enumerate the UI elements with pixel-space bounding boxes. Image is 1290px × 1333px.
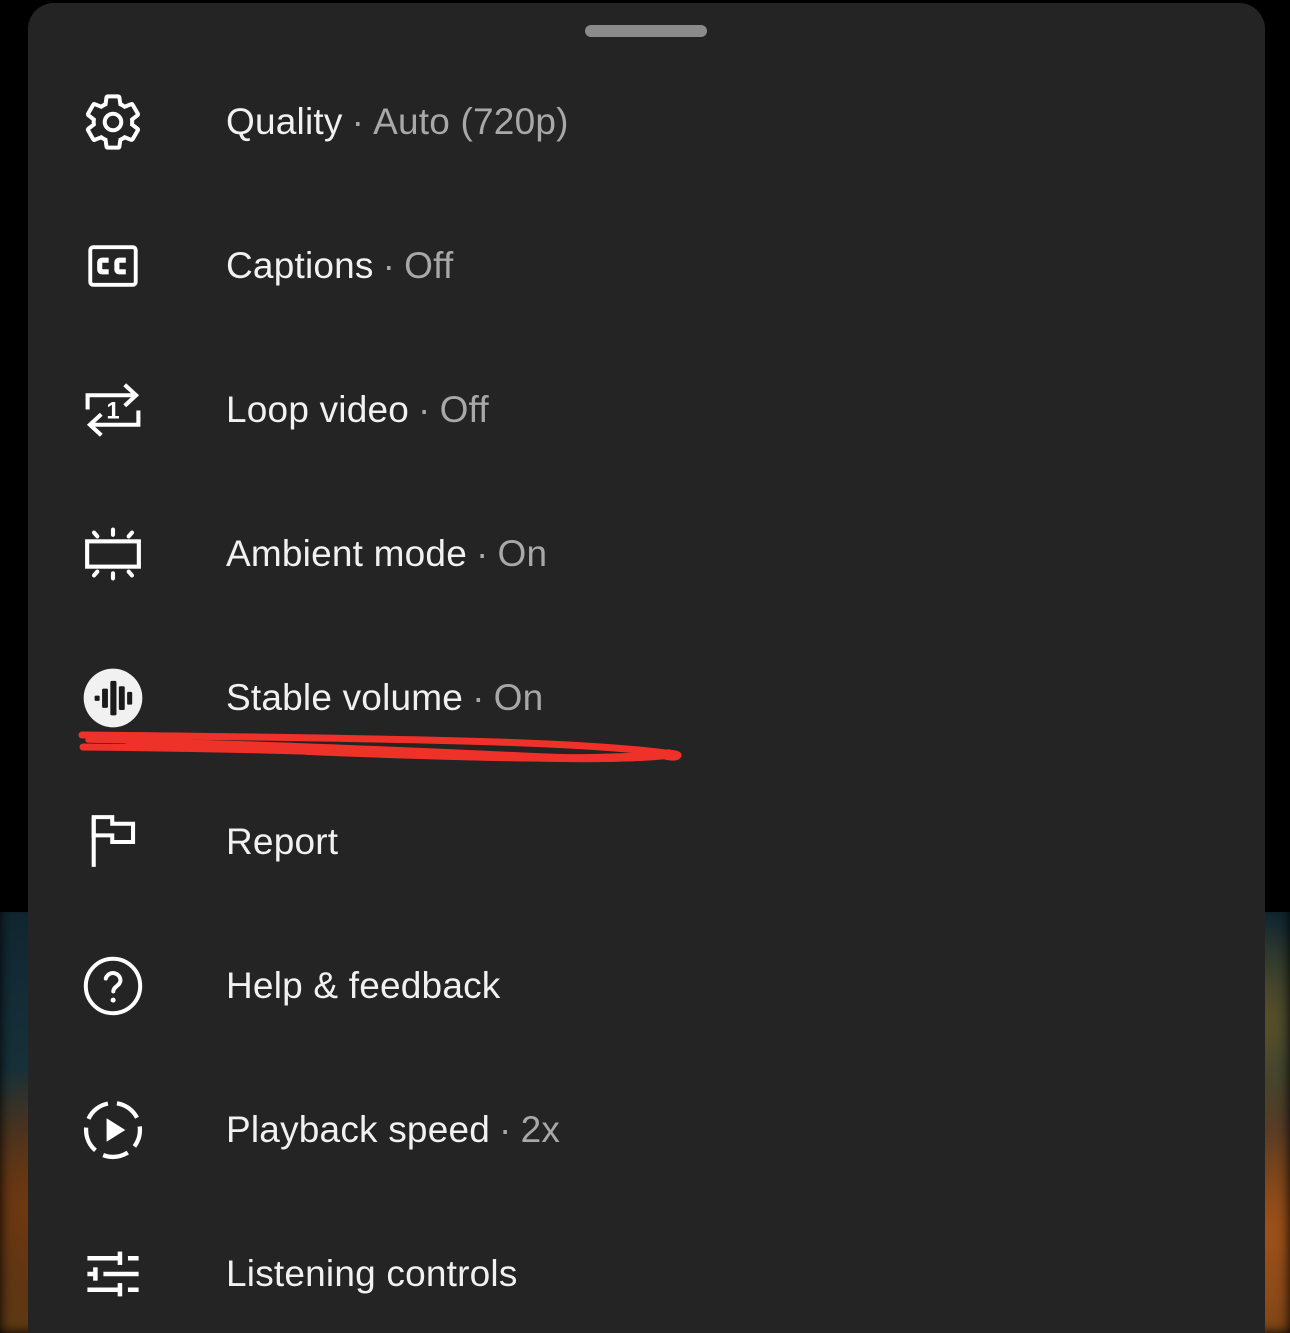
menu-item-value: Auto (720p)	[373, 101, 569, 142]
menu-item-text: Ambient mode·On	[226, 533, 547, 575]
menu-item-playback-speed[interactable]: Playback speed·2x	[28, 1058, 1265, 1202]
menu-item-text: Help & feedback	[226, 965, 519, 1007]
menu-item-text: Captions·Off	[226, 245, 453, 287]
drag-handle[interactable]	[585, 25, 707, 37]
menu-item-report[interactable]: Report	[28, 770, 1265, 914]
menu-item-label: Report	[226, 821, 338, 862]
menu-item-text: Listening controls	[226, 1253, 536, 1295]
ambient-mode-icon	[79, 521, 147, 587]
menu-item-listening-controls[interactable]: Listening controls	[28, 1202, 1265, 1333]
menu-item-separator: ·	[343, 101, 374, 142]
menu-item-value: On	[494, 677, 544, 718]
playback-speed-icon	[79, 1098, 147, 1162]
menu-item-captions[interactable]: Captions·Off	[28, 194, 1265, 338]
menu-item-ambient-mode[interactable]: Ambient mode·On	[28, 482, 1265, 626]
menu-item-value: 2x	[521, 1109, 560, 1150]
menu-item-separator	[518, 1253, 536, 1294]
help-circle-icon	[79, 954, 147, 1018]
menu-item-separator: ·	[374, 245, 405, 286]
menu-item-label: Stable volume	[226, 677, 463, 718]
menu-item-text: Loop video·Off	[226, 389, 489, 431]
flag-icon	[79, 809, 147, 875]
menu-item-label: Ambient mode	[226, 533, 467, 574]
menu-item-value: Off	[404, 245, 453, 286]
menu-item-text: Quality·Auto (720p)	[226, 101, 569, 143]
closed-captions-icon	[79, 237, 147, 295]
sliders-icon	[79, 1244, 147, 1304]
menu-item-stable-volume[interactable]: Stable volume·On	[28, 626, 1265, 770]
svg-text:1: 1	[106, 398, 119, 425]
screen: Quality·Auto (720p) Captions·Off	[0, 0, 1290, 1333]
menu-item-text: Report	[226, 821, 356, 863]
menu-item-separator	[338, 821, 356, 862]
menu-item-help-feedback[interactable]: Help & feedback	[28, 914, 1265, 1058]
menu-item-text: Playback speed·2x	[226, 1109, 560, 1151]
menu-item-label: Loop video	[226, 389, 409, 430]
menu-item-separator	[501, 965, 519, 1006]
settings-menu-list: Quality·Auto (720p) Captions·Off	[28, 50, 1265, 1333]
menu-item-value: On	[498, 533, 548, 574]
menu-item-label: Quality	[226, 101, 343, 142]
menu-item-label: Help & feedback	[226, 965, 501, 1006]
menu-item-loop-video[interactable]: 1 Loop video·Off	[28, 338, 1265, 482]
menu-item-label: Captions	[226, 245, 374, 286]
menu-item-quality[interactable]: Quality·Auto (720p)	[28, 50, 1265, 194]
menu-item-label: Playback speed	[226, 1109, 490, 1150]
menu-item-text: Stable volume·On	[226, 677, 543, 719]
menu-item-separator: ·	[467, 533, 498, 574]
menu-item-separator: ·	[490, 1109, 521, 1150]
gear-icon	[79, 90, 147, 154]
settings-bottom-sheet: Quality·Auto (720p) Captions·Off	[28, 3, 1265, 1333]
menu-item-separator: ·	[409, 389, 440, 430]
menu-item-label: Listening controls	[226, 1253, 518, 1294]
loop-one-icon: 1	[79, 379, 147, 441]
menu-item-separator: ·	[463, 677, 494, 718]
stable-volume-icon	[79, 666, 147, 730]
menu-item-value: Off	[440, 389, 489, 430]
